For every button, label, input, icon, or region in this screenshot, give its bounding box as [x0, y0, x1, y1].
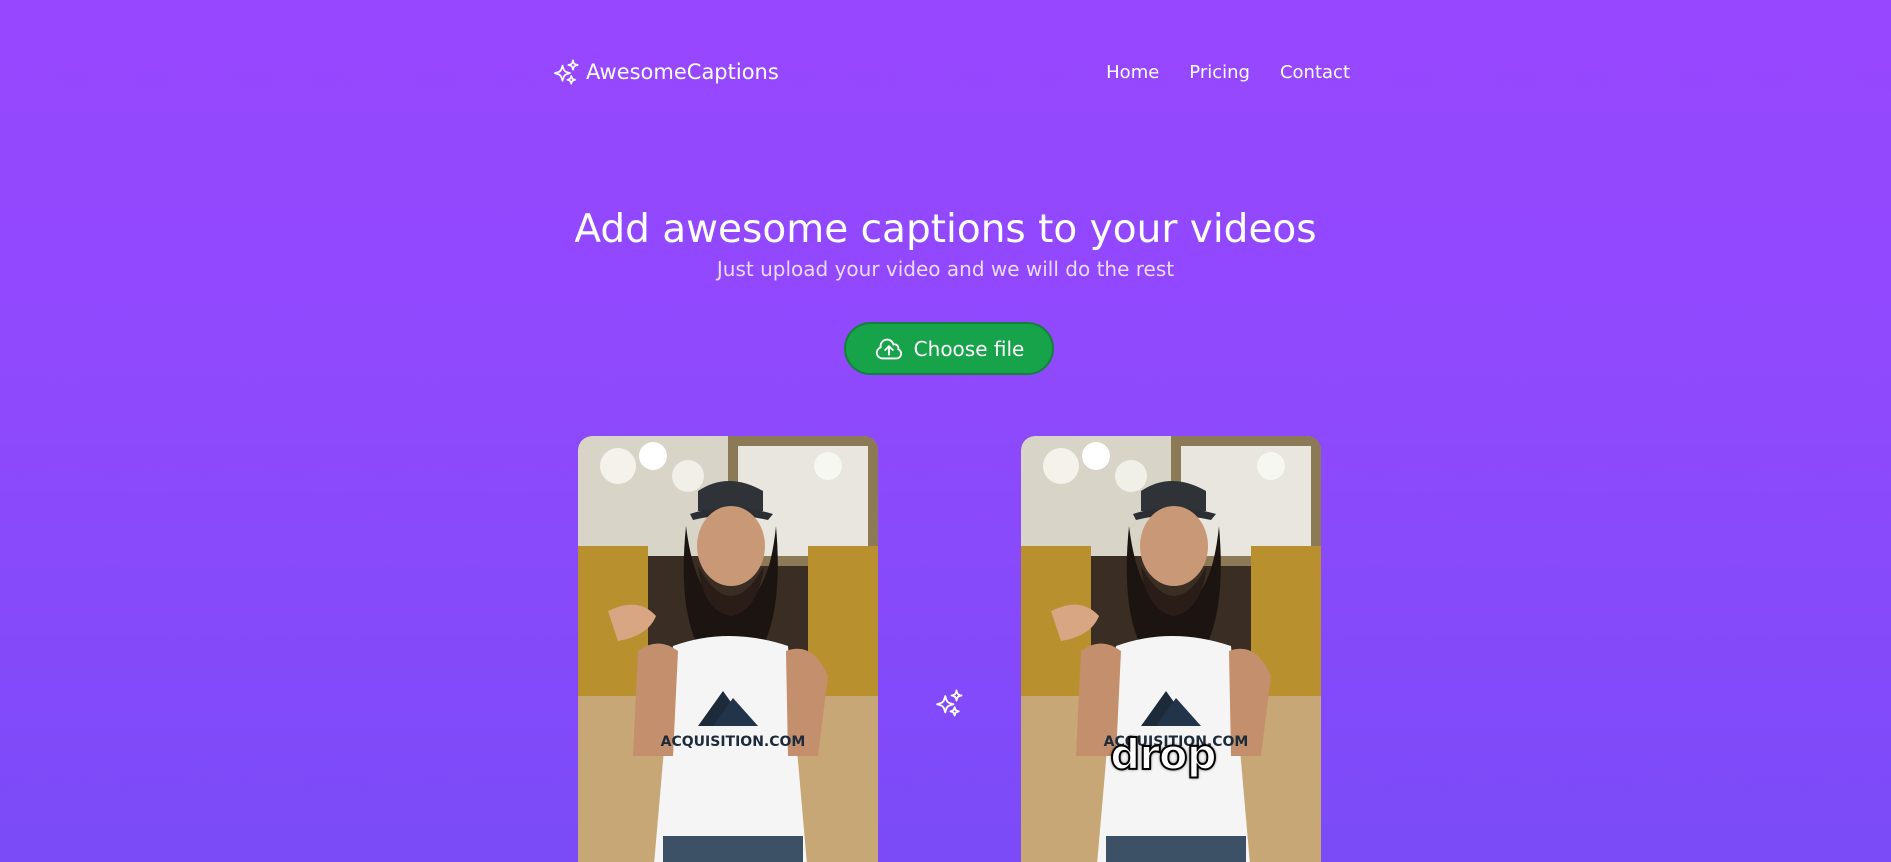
site-header: AwesomeCaptions Home Pricing Contact [552, 56, 1350, 88]
nav-contact-link[interactable]: Contact [1280, 62, 1350, 83]
video-frame-original: ACQUISITION.COM [578, 436, 878, 862]
choose-file-button[interactable]: Choose file [844, 322, 1054, 375]
nav-pricing-link[interactable]: Pricing [1189, 62, 1250, 83]
sparkles-icon [934, 688, 964, 718]
main-nav: Home Pricing Contact [1106, 62, 1350, 83]
hero-section: Add awesome captions to your videos Just… [0, 205, 1891, 281]
video-preview-captioned[interactable]: ACQUISITION.COM drop [1021, 436, 1321, 862]
hero-title: Add awesome captions to your videos [574, 207, 1317, 252]
cloud-upload-icon [874, 334, 904, 364]
hero-subtitle: Just upload your video and we will do th… [716, 257, 1175, 281]
video-frame-captioned: ACQUISITION.COM [1021, 436, 1321, 862]
choose-file-label: Choose file [913, 336, 1025, 361]
video-preview-original[interactable]: ACQUISITION.COM [578, 436, 878, 862]
brand-name: AwesomeCaptions [586, 60, 779, 84]
sparkles-icon [552, 58, 580, 86]
nav-home-link[interactable]: Home [1106, 62, 1159, 83]
brand-logo-link[interactable]: AwesomeCaptions [552, 58, 779, 86]
shirt-logo-text: ACQUISITION.COM [661, 734, 806, 750]
caption-word: drop [1109, 729, 1218, 780]
